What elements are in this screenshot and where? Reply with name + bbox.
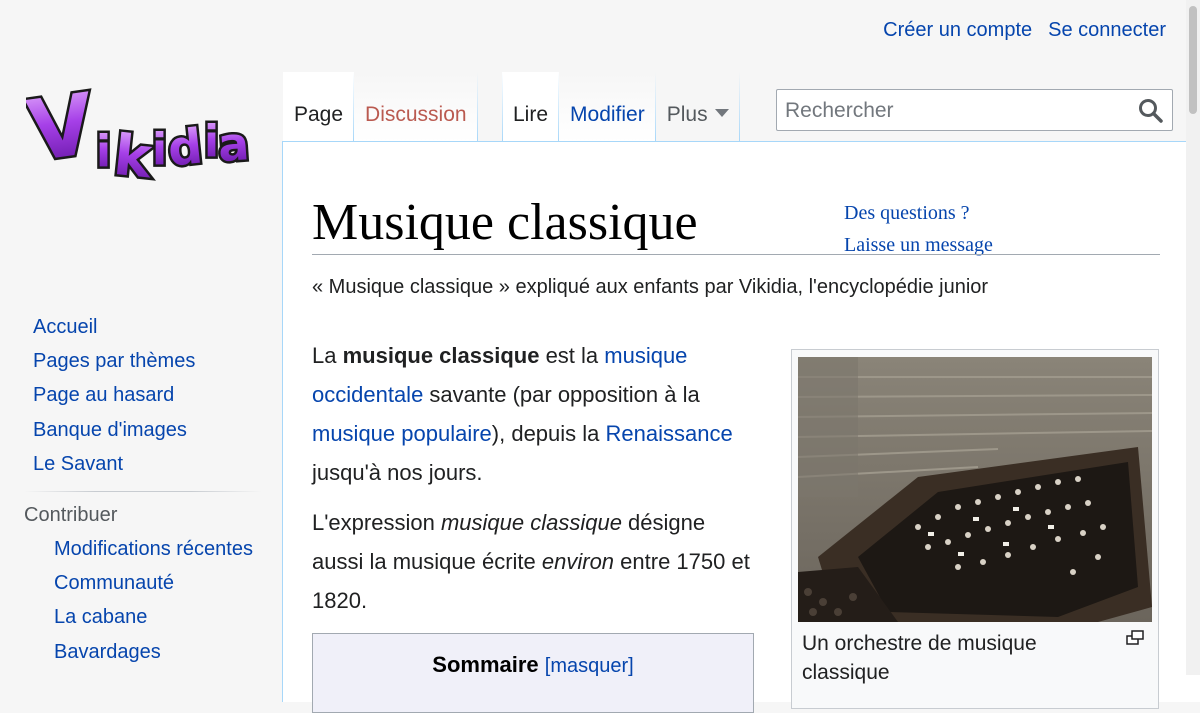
text: savante (par opposition à la — [423, 382, 700, 407]
vikidia-logo-icon: V i k i d i a — [19, 72, 253, 194]
tab-discussion[interactable]: Discussion — [354, 72, 478, 142]
title-divider — [312, 254, 1160, 255]
tab-more-label: Plus — [666, 103, 708, 126]
image-caption: Un orchestre de musique classique — [802, 632, 1037, 684]
link-musique-populaire[interactable]: musique populaire — [312, 421, 492, 446]
orchestra-photo-icon — [798, 357, 1152, 622]
bold-term: musique classique — [342, 343, 540, 368]
toc-title: Sommaire — [432, 652, 539, 677]
sidebar-item-random[interactable]: Page au hasard — [0, 378, 280, 412]
link-renaissance[interactable]: Renaissance — [606, 421, 733, 446]
text: L'expression — [312, 510, 441, 535]
svg-text:i: i — [96, 126, 111, 177]
sidebar-item-accueil[interactable]: Accueil — [0, 310, 280, 344]
sidebar: Accueil Pages par thèmes Page au hasard … — [0, 310, 280, 669]
text: est la — [539, 343, 605, 368]
site-logo[interactable]: V i k i d i a — [19, 72, 258, 194]
sidebar-item-cabane[interactable]: La cabane — [0, 600, 280, 634]
text: ), depuis la — [491, 421, 606, 446]
toc-header: Sommaire [masquer] — [313, 652, 753, 678]
svg-text:a: a — [216, 116, 251, 172]
svg-text:V: V — [26, 78, 100, 181]
svg-text:i: i — [152, 124, 167, 175]
page-scrollbar[interactable] — [1186, 0, 1200, 675]
search-button[interactable] — [1136, 96, 1166, 126]
orchestra-image[interactable] — [798, 357, 1152, 622]
help-links: Des questions ? Laisse un message — [844, 197, 993, 261]
questions-link[interactable]: Des questions ? — [844, 197, 993, 229]
toc-toggle: [masquer] — [545, 655, 634, 677]
svg-text:d: d — [165, 118, 205, 177]
search-icon — [1139, 99, 1163, 123]
sidebar-item-recent-changes[interactable]: Modifications récentes — [0, 532, 280, 566]
site-tagline: « Musique classique » expliqué aux enfan… — [312, 276, 989, 298]
paragraph-1: La musique classique est la musique occi… — [312, 336, 762, 492]
sidebar-heading-contribute: Contribuer — [24, 503, 118, 526]
sidebar-item-images[interactable]: Banque d'images — [0, 413, 280, 447]
personal-tools: Créer un compte Se connecter — [883, 19, 1166, 42]
enlarge-icon[interactable] — [1126, 630, 1144, 646]
tab-edit[interactable]: Modifier — [559, 72, 656, 142]
svg-text:k: k — [111, 123, 157, 190]
sidebar-item-themes[interactable]: Pages par thèmes — [0, 344, 280, 378]
leave-message-link[interactable]: Laisse un message — [844, 229, 993, 261]
sidebar-divider — [24, 490, 262, 492]
create-account-link[interactable]: Créer un compte — [883, 19, 1032, 42]
sidebar-item-bavardages[interactable]: Bavardages — [0, 635, 280, 669]
image-thumbnail: Un orchestre de musique classique — [791, 349, 1159, 709]
view-tabs: Lire Modifier Plus — [502, 72, 740, 142]
login-link[interactable]: Se connecter — [1048, 19, 1166, 42]
tab-more[interactable]: Plus — [656, 72, 740, 142]
namespace-tabs: Page Discussion — [283, 72, 478, 142]
toc-hide-link[interactable]: [masquer] — [545, 655, 634, 677]
text: La — [312, 343, 343, 368]
search-input[interactable] — [783, 96, 1127, 126]
content-area: Musique classique Des questions ? Laisse… — [282, 141, 1200, 713]
italic-term: musique classique — [440, 510, 622, 535]
table-of-contents: Sommaire [masquer] — [312, 633, 754, 713]
tab-read[interactable]: Lire — [502, 72, 560, 142]
article-body: La musique classique est la musique occi… — [312, 336, 762, 631]
magnify-icon — [1126, 630, 1144, 645]
paragraph-2: L'expression musique classique désigne a… — [312, 503, 762, 620]
text: jusqu'à nos jours. — [312, 460, 483, 485]
tab-page[interactable]: Page — [283, 72, 355, 142]
italic-term: environ — [541, 549, 615, 574]
sidebar-item-community[interactable]: Communauté — [0, 566, 280, 600]
chevron-down-icon — [714, 109, 729, 118]
page-title: Musique classique — [312, 194, 698, 251]
scrollbar-thumb[interactable] — [1189, 6, 1197, 114]
search-box — [776, 89, 1173, 131]
sidebar-item-savant[interactable]: Le Savant — [0, 447, 280, 481]
